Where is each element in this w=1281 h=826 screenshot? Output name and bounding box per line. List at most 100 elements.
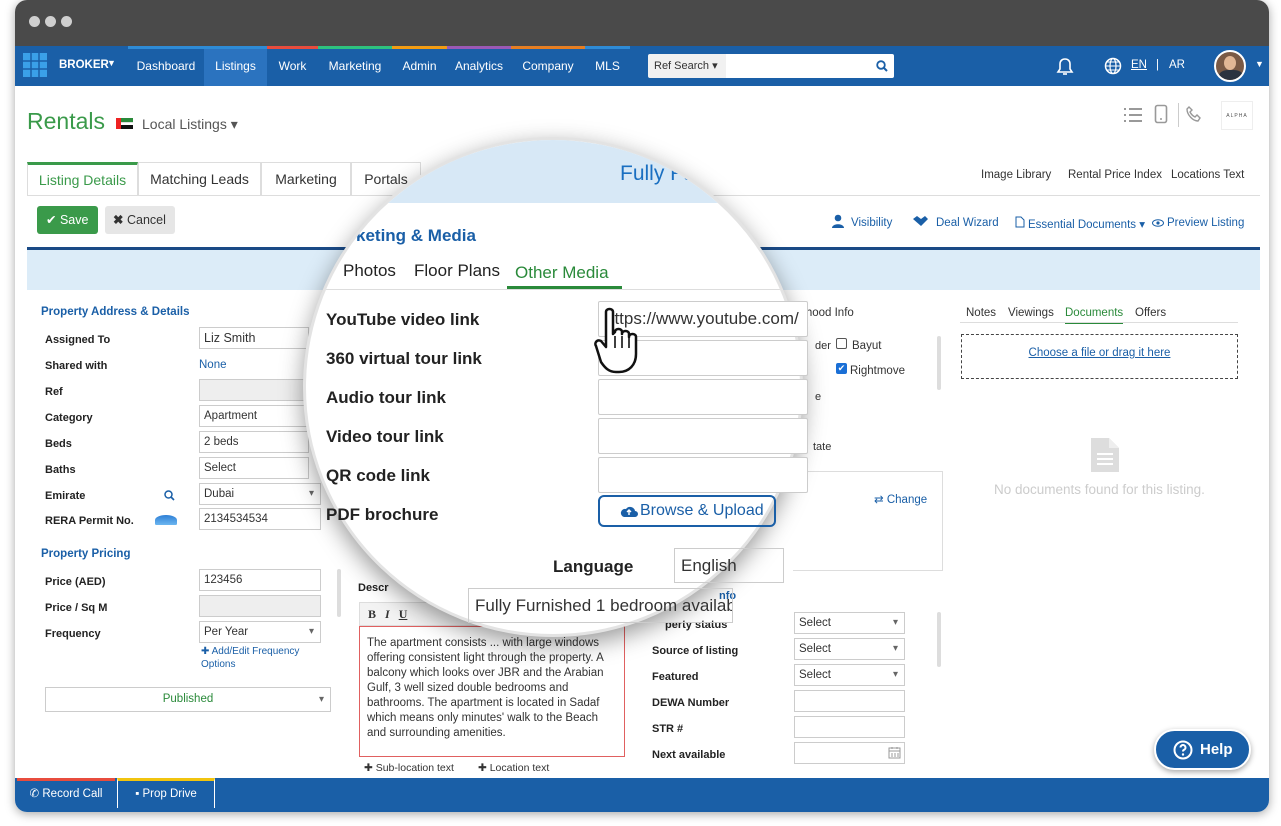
add-frequency-link[interactable]: ✚ Add/Edit Frequency Options (201, 645, 321, 671)
shared-with-link[interactable]: None (199, 359, 227, 371)
language-select[interactable]: English (674, 548, 784, 583)
nav-item-mls[interactable]: MLS (585, 46, 630, 86)
nav-item-marketing[interactable]: Marketing (318, 46, 392, 86)
mobile-icon[interactable] (1154, 104, 1168, 124)
location-text-link[interactable]: ✚ Location text (478, 762, 549, 774)
change-location-link[interactable]: ⇄ Change (874, 492, 927, 506)
visibility-link[interactable]: Visibility (851, 217, 892, 229)
category-select[interactable]: Apartment (199, 405, 309, 427)
minimize-dot[interactable] (45, 16, 56, 27)
tab-floor-plans[interactable]: Floor Plans (414, 261, 500, 281)
status-value: Published (162, 693, 214, 705)
cancel-label: Cancel (126, 213, 166, 227)
assigned-to-field[interactable]: Liz Smith (199, 327, 309, 349)
next-available-field[interactable] (794, 742, 905, 764)
question-icon (1173, 740, 1193, 760)
tab-photos[interactable]: Photos (343, 261, 396, 281)
nav-item-analytics[interactable]: Analytics (447, 46, 511, 86)
record-call-button[interactable]: ✆ Record Call (17, 778, 115, 808)
avatar[interactable] (1214, 50, 1246, 82)
image-library-link[interactable]: Image Library (981, 169, 1051, 181)
emirate-select[interactable]: Dubai (199, 483, 321, 505)
help-button[interactable]: Help (1154, 729, 1251, 770)
chevron-down-icon: ▼ (107, 58, 116, 68)
right-tab-viewings[interactable]: Viewings (1008, 307, 1054, 319)
magnified-listing-title: Fully Fu (620, 162, 695, 185)
close-dot[interactable] (29, 16, 40, 27)
search-input[interactable] (726, 54, 894, 78)
right-tab-offers[interactable]: Offers (1135, 307, 1166, 319)
document-icon (1015, 216, 1025, 228)
beds-label: Beds (45, 438, 72, 450)
lang-en-link[interactable]: EN (1131, 59, 1147, 71)
search-icon[interactable] (164, 490, 175, 501)
prop-drive-button[interactable]: ▪ Prop Drive (117, 778, 215, 808)
essential-documents-label: Essential Documents (1028, 219, 1137, 231)
select-value: Select (799, 643, 831, 655)
source-select[interactable]: Select (794, 638, 905, 660)
status-select[interactable]: Published (45, 687, 331, 712)
list-view-icon[interactable] (1123, 107, 1143, 123)
nav-item-company[interactable]: Company (511, 46, 585, 86)
bell-icon[interactable] (1056, 57, 1074, 76)
italic-button[interactable]: I (385, 607, 390, 621)
nav-item-dashboard[interactable]: Dashboard (128, 46, 204, 86)
tab-other-media[interactable]: Other Media (515, 263, 609, 283)
bold-button[interactable]: B (368, 607, 376, 621)
bayut-checkbox[interactable] (836, 338, 847, 349)
file-dropzone[interactable]: Choose a file or drag it here (961, 334, 1238, 379)
right-tab-notes[interactable]: Notes (966, 307, 996, 319)
nav-item-work[interactable]: Work (267, 46, 318, 86)
nav-item-listings[interactable]: Listings (204, 46, 267, 86)
dewa-field[interactable] (794, 690, 905, 712)
video-tour-input[interactable] (598, 418, 808, 454)
neighbourhood-heading: rhood Info (802, 307, 854, 319)
search-icon[interactable] (876, 60, 888, 72)
baths-select[interactable]: Select (199, 457, 309, 479)
qr-code-input[interactable] (598, 457, 808, 493)
language-label: Language (553, 557, 634, 576)
featured-select[interactable]: Select (794, 664, 905, 686)
globe-icon[interactable] (1104, 57, 1122, 75)
beds-select[interactable]: 2 beds (199, 431, 309, 453)
bayut-label: Bayut (852, 340, 882, 352)
cancel-button[interactable]: ✖ Cancel (105, 206, 175, 234)
nav-color-bar (318, 46, 392, 49)
essential-documents-dropdown[interactable]: Essential Documents ▾ (1028, 217, 1145, 231)
underline-button[interactable]: U (399, 607, 408, 621)
str-field[interactable] (794, 716, 905, 738)
price-field[interactable]: 123456 (199, 569, 321, 591)
scrollbar[interactable] (337, 569, 341, 617)
lang-ar-link[interactable]: AR (1169, 59, 1185, 71)
maximize-dot[interactable] (61, 16, 72, 27)
calendar-icon[interactable] (888, 746, 901, 759)
sub-location-text-link[interactable]: ✚ Sub-location text (364, 762, 454, 774)
rental-price-index-link[interactable]: Rental Price Index (1068, 169, 1162, 181)
listing-title-input[interactable]: Fully Furnished 1 bedroom available (468, 588, 733, 623)
rera-field[interactable]: 2134534534 (199, 508, 321, 530)
deal-wizard-link[interactable]: Deal Wizard (936, 217, 999, 229)
preview-listing-link[interactable]: Preview Listing (1167, 217, 1244, 229)
scrollbar[interactable] (937, 336, 941, 390)
browse-upload-button[interactable]: Browse & Upload (598, 495, 776, 527)
search-type-select[interactable]: Ref Search ▾ (648, 54, 726, 78)
select-value: Select (799, 669, 831, 681)
property-status-select[interactable]: Select (794, 612, 905, 634)
brand-logo-icon[interactable] (22, 52, 48, 78)
tab-matching-leads[interactable]: Matching Leads (138, 162, 261, 195)
featured-label: Featured (652, 671, 699, 683)
nav-item-admin[interactable]: Admin (392, 46, 447, 86)
nav-color-bar (511, 46, 585, 49)
assigned-to-label: Assigned To (45, 334, 111, 346)
scrollbar[interactable] (937, 612, 941, 667)
frequency-select[interactable]: Per Year (199, 621, 321, 643)
local-listings-dropdown[interactable]: Local Listings ▾ (142, 116, 238, 133)
description-editor[interactable]: The apartment consists ... with large wi… (359, 626, 625, 757)
save-button[interactable]: ✔ Save (37, 206, 98, 234)
phone-icon[interactable] (1186, 106, 1202, 122)
chevron-down-icon[interactable]: ▼ (1255, 59, 1264, 69)
broker-menu[interactable]: BROKER (59, 59, 109, 71)
rightmove-checkbox[interactable]: ✔ (836, 363, 847, 374)
locations-text-link[interactable]: Locations Text (1171, 169, 1244, 181)
tab-listing-details[interactable]: Listing Details (27, 162, 138, 196)
